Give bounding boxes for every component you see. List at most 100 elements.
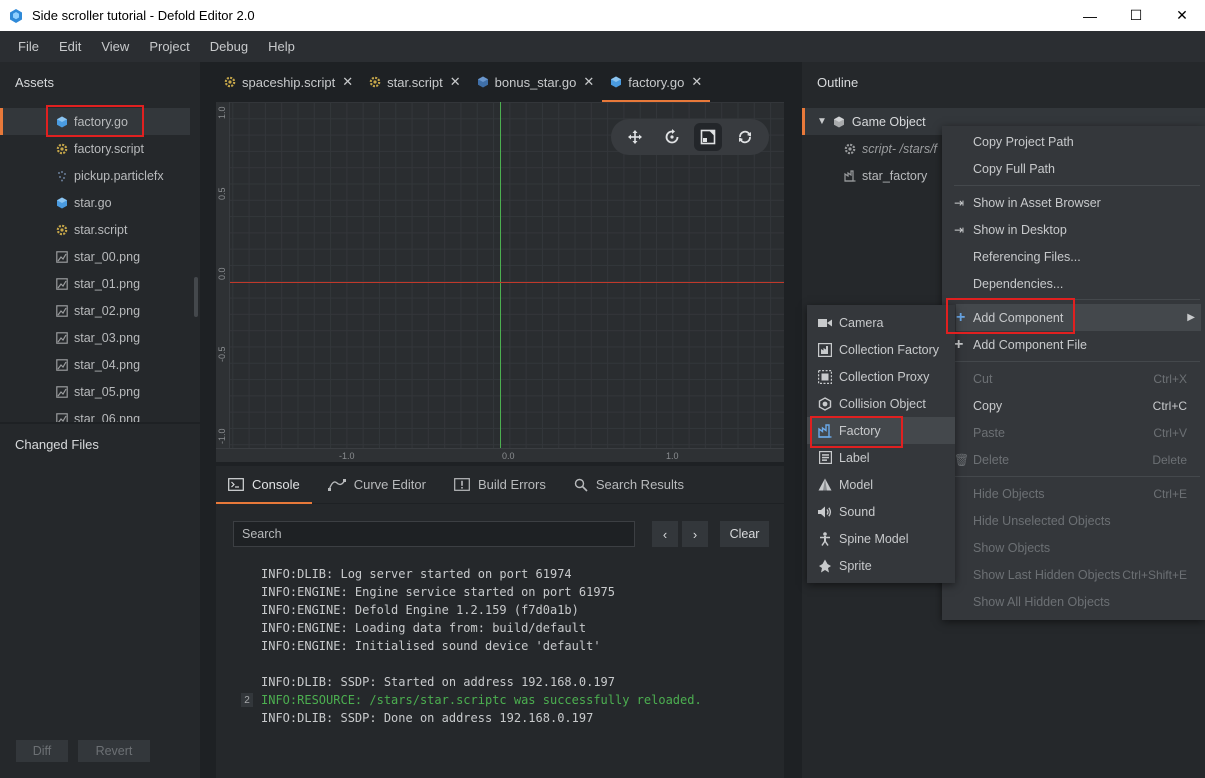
menu-show-objects: Show Objects [973, 540, 1051, 555]
submenu-factory[interactable]: Factory [807, 417, 955, 444]
asset-item-factory-script[interactable]: factory.script [0, 135, 200, 162]
asset-item-pickup-particlefx[interactable]: pickup.particlefx [0, 162, 200, 189]
shortcut-label: Ctrl+Shift+E [1122, 567, 1187, 582]
outline-item-label: star_factory [862, 168, 928, 183]
camera-reset-button[interactable] [731, 123, 759, 151]
log-line: INFO:ENGINE: Defold Engine 1.2.159 (f7d0… [261, 603, 579, 617]
shortcut-label: Ctrl+E [1153, 486, 1187, 501]
menu-copy-full-path[interactable]: Copy Full Path [942, 155, 1205, 182]
asset-item-star-go[interactable]: star.go [0, 189, 200, 216]
submenu-item-label: Collection Factory [839, 342, 940, 357]
asset-item-star-01-png[interactable]: star_01.png [0, 270, 200, 297]
tab-console[interactable]: Console [216, 466, 312, 504]
tab-close-icon[interactable]: ✕ [583, 74, 594, 90]
menu-item-label: Hide Objects [973, 486, 1045, 501]
menu-item-label: Paste [973, 425, 1005, 440]
expand-arrow-icon[interactable]: ▼ [817, 116, 827, 127]
submenu-sprite[interactable]: Sprite [807, 552, 955, 579]
tab-star-script[interactable]: star.script ✕ [361, 62, 469, 102]
scale-tool-button[interactable] [694, 123, 723, 151]
menu-show-in-asset-browser[interactable]: ⇥ Show in Asset Browser [942, 189, 1205, 216]
image-icon [56, 412, 68, 422]
menu-add-component-file[interactable]: + Add Component File [942, 331, 1205, 358]
outline-item-label: script [862, 141, 892, 156]
script-icon [56, 143, 68, 154]
asset-item-label: pickup.particlefx [74, 168, 164, 183]
submenu-collision-object[interactable]: Collision Object [807, 390, 955, 417]
submenu-collection-proxy[interactable]: Collection Proxy [807, 363, 955, 390]
rotate-tool-button[interactable] [658, 123, 686, 151]
submenu-model[interactable]: Model [807, 471, 955, 498]
menu-help[interactable]: Help [258, 39, 305, 54]
tab-close-icon[interactable]: ✕ [342, 74, 353, 90]
gameobject-icon [833, 116, 844, 127]
menu-item-label: Show Last Hidden Objects [973, 567, 1121, 582]
menu-show-in-desktop[interactable]: ⇥ Show in Desktop [942, 216, 1205, 243]
assets-tree: factory.go factory.script pickup.particl… [0, 108, 200, 422]
tab-search-results[interactable]: Search Results [562, 466, 696, 504]
asset-item-label: star_02.png [74, 303, 141, 318]
previous-result-button[interactable]: ‹ [652, 521, 678, 547]
move-tool-button[interactable] [621, 123, 649, 151]
menu-add-component[interactable]: + Add Component ▶ [956, 304, 1201, 331]
repeat-count-badge: 2 [241, 693, 253, 707]
menu-copy-project-path[interactable]: Copy Project Path [942, 128, 1205, 155]
shortcut-label: Ctrl+C [1152, 398, 1187, 413]
menu-debug[interactable]: Debug [200, 39, 258, 54]
y-tick: -1.0 [217, 428, 227, 444]
menu-project[interactable]: Project [139, 39, 199, 54]
asset-item-star-00-png[interactable]: star_00.png [0, 243, 200, 270]
outline-item-script[interactable]: script - /stars/f [844, 135, 937, 162]
asset-item-factory-go[interactable]: factory.go [0, 108, 190, 135]
scene-viewport[interactable]: 1.0 0.5 0.0 -0.5 -1.0 -1.0 0.0 1.0 [216, 102, 784, 462]
menu-edit[interactable]: Edit [49, 39, 91, 54]
menu-copy[interactable]: Copy Ctrl+C [942, 392, 1205, 419]
diff-button[interactable]: Diff [16, 740, 68, 762]
asset-item-star-03-png[interactable]: star_03.png [0, 324, 200, 351]
clear-console-button[interactable]: Clear [720, 521, 769, 547]
menu-dependencies[interactable]: Dependencies... [942, 270, 1205, 297]
menu-view[interactable]: View [91, 39, 139, 54]
submenu-label[interactable]: Label [807, 444, 955, 471]
asset-item-label: factory.go [74, 114, 128, 129]
next-result-button[interactable]: › [682, 521, 708, 547]
reveal-arrow-icon: ⇥ [954, 195, 965, 210]
submenu-item-label: Label [839, 450, 870, 465]
tab-close-icon[interactable]: ✕ [450, 74, 461, 90]
asset-item-star-06-png[interactable]: star_06.png [0, 405, 200, 422]
asset-item-star-02-png[interactable]: star_02.png [0, 297, 200, 324]
menu-cut: Cut Ctrl+X [942, 365, 1205, 392]
tab-spaceship-script[interactable]: spaceship.script ✕ [216, 62, 361, 102]
console-search-input[interactable] [233, 521, 635, 547]
tab-curve-editor[interactable]: Curve Editor [316, 466, 438, 504]
close-button[interactable]: ✕ [1159, 0, 1205, 31]
submenu-collection-factory[interactable]: Collection Factory [807, 336, 955, 363]
submenu-spine-model[interactable]: Spine Model [807, 525, 955, 552]
tab-factory-go[interactable]: factory.go ✕ [602, 62, 711, 102]
script-icon [369, 76, 381, 88]
maximize-button[interactable]: ☐ [1113, 0, 1159, 31]
submenu-sound[interactable]: Sound [807, 498, 955, 525]
tab-label: Build Errors [477, 477, 546, 492]
tab-build-errors[interactable]: Build Errors [442, 466, 558, 504]
outline-item-star-factory[interactable]: star_factory [844, 162, 927, 189]
menu-bar: File Edit View Project Debug Help [0, 31, 1205, 62]
assets-scrollbar[interactable] [194, 277, 198, 317]
console-log: INFO:DLIB: Log server started on port 61… [261, 565, 702, 727]
factory-icon [844, 169, 856, 182]
submenu-camera[interactable]: Camera [807, 309, 955, 336]
revert-button[interactable]: Revert [78, 740, 150, 762]
tab-bonus-star-go[interactable]: bonus_star.go ✕ [469, 62, 603, 102]
gameobject-icon [611, 76, 622, 88]
collection-proxy-icon [818, 369, 832, 384]
menu-referencing-files[interactable]: Referencing Files... [942, 243, 1205, 270]
asset-item-star-04-png[interactable]: star_04.png [0, 351, 200, 378]
asset-item-star-05-png[interactable]: star_05.png [0, 378, 200, 405]
minimize-button[interactable]: — [1067, 0, 1113, 31]
tab-close-icon[interactable]: ✕ [691, 74, 702, 90]
trash-icon: 🗑 [954, 452, 970, 467]
asset-item-star-script[interactable]: star.script [0, 216, 200, 243]
menu-file[interactable]: File [8, 39, 49, 54]
menu-item-label: Delete [973, 452, 1010, 467]
outline-item-label: Game Object [851, 114, 926, 129]
